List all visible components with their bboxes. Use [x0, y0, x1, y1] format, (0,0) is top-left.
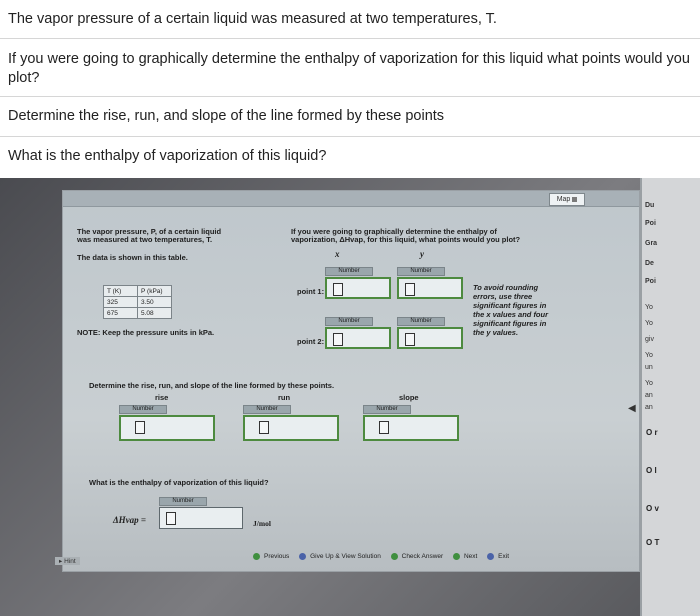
give-up-icon	[299, 553, 307, 560]
side-text: an	[645, 404, 653, 411]
number-tag: Number	[363, 405, 411, 414]
side-option[interactable]: O T	[646, 538, 659, 547]
side-text: Du	[645, 202, 655, 209]
point-2-y-field[interactable]	[397, 327, 463, 349]
screen-photo: Map The vapor pressure, P, of a certain …	[0, 178, 700, 616]
divider	[0, 136, 700, 137]
side-text: un	[645, 364, 653, 371]
next-icon	[452, 553, 460, 560]
number-tag: Number	[119, 405, 167, 414]
point-1-label: point 1:	[297, 287, 325, 296]
pressure-note: NOTE: Keep the pressure units in kPa.	[77, 328, 215, 337]
question-1: The vapor pressure of a certain liquid w…	[8, 11, 497, 27]
question-3: Determine the rise, run, and slope of th…	[8, 108, 445, 124]
previous-button[interactable]: Previous	[253, 553, 293, 560]
plot-question-line-2: vaporization, ΔHvap, for this liquid, wh…	[291, 235, 521, 244]
enthalpy-unit: J/mol	[253, 519, 271, 528]
panel-header: Map	[63, 191, 639, 207]
intro-line-2: was measured at two temperatures, T.	[77, 235, 213, 244]
rise-run-question: Determine the rise, run, and slope of th…	[89, 381, 335, 390]
check-answer-button[interactable]: Check Answer	[390, 553, 448, 560]
enthalpy-question: What is the enthalpy of vaporization of …	[89, 478, 269, 487]
rounding-note: To avoid rounding errors, use three sign…	[473, 283, 549, 337]
give-up-button[interactable]: Give Up & View Solution	[299, 553, 385, 560]
side-text: Yo	[645, 304, 653, 311]
side-text: an	[645, 392, 653, 399]
side-option[interactable]: O v	[646, 504, 659, 513]
number-tag: Number	[325, 267, 373, 276]
divider	[0, 38, 700, 39]
table-cell: 3.50	[137, 296, 172, 308]
table-cell: 325	[103, 296, 138, 308]
map-icon	[572, 196, 578, 202]
side-text: Yo	[645, 380, 653, 387]
problem-panel: Map The vapor pressure, P, of a certain …	[55, 190, 640, 572]
side-panel: Du Poi Gra De Poi Yo Yo giv Yo un Yo an …	[640, 178, 700, 616]
exit-button[interactable]: Exit	[487, 553, 513, 560]
number-tag: Number	[159, 497, 207, 506]
table-header: P (kPa)	[137, 285, 172, 297]
question-4: What is the enthalpy of vaporization of …	[8, 148, 327, 164]
check-icon	[390, 553, 398, 560]
question-2: If you were going to graphically determi…	[8, 51, 690, 86]
number-tag: Number	[397, 267, 445, 276]
number-tag: Number	[325, 317, 373, 326]
point-2-x-field[interactable]	[325, 327, 391, 349]
divider	[0, 96, 700, 97]
number-tag: Number	[397, 317, 445, 326]
run-label: run	[278, 393, 291, 402]
side-text: Yo	[645, 320, 653, 327]
rise-field[interactable]	[119, 415, 215, 441]
side-text: giv	[645, 336, 654, 343]
nav-bar: Previous Give Up & View Solution Check A…	[253, 553, 517, 560]
enthalpy-field[interactable]	[159, 507, 243, 529]
table-header: T (K)	[103, 285, 138, 297]
table-cell: 5.08	[137, 307, 172, 319]
side-option[interactable]: O l	[646, 466, 657, 475]
side-text: Gra	[645, 240, 658, 247]
previous-icon	[253, 553, 260, 560]
enthalpy-symbol: ΔHvap =	[113, 515, 147, 525]
side-text: Poi	[645, 220, 656, 227]
side-option[interactable]: O r	[646, 428, 658, 437]
number-tag: Number	[243, 405, 291, 414]
point-1-x-field[interactable]	[325, 277, 391, 299]
exit-icon	[487, 553, 495, 560]
side-text: Yo	[645, 352, 653, 359]
slope-label: slope	[399, 393, 419, 402]
rise-label: rise	[155, 393, 169, 402]
y-axis-label: y	[420, 249, 424, 259]
next-button[interactable]: Next	[452, 553, 481, 560]
table-cell: 675	[103, 307, 138, 319]
side-text: Poi	[645, 278, 656, 285]
collapse-arrow-icon[interactable]: ◀	[628, 403, 636, 414]
slope-field[interactable]	[363, 415, 459, 441]
run-field[interactable]	[243, 415, 339, 441]
hint-button[interactable]: ▸ Hint	[55, 557, 80, 565]
side-text: De	[645, 260, 654, 267]
point-1-y-field[interactable]	[397, 277, 463, 299]
data-note: The data is shown in this table.	[77, 253, 188, 262]
x-axis-label: x	[335, 249, 340, 259]
data-table: T (K) P (kPa) 325 3.50 675 5.08	[103, 285, 172, 319]
point-2-label: point 2:	[297, 337, 325, 346]
map-button[interactable]: Map	[549, 193, 585, 206]
